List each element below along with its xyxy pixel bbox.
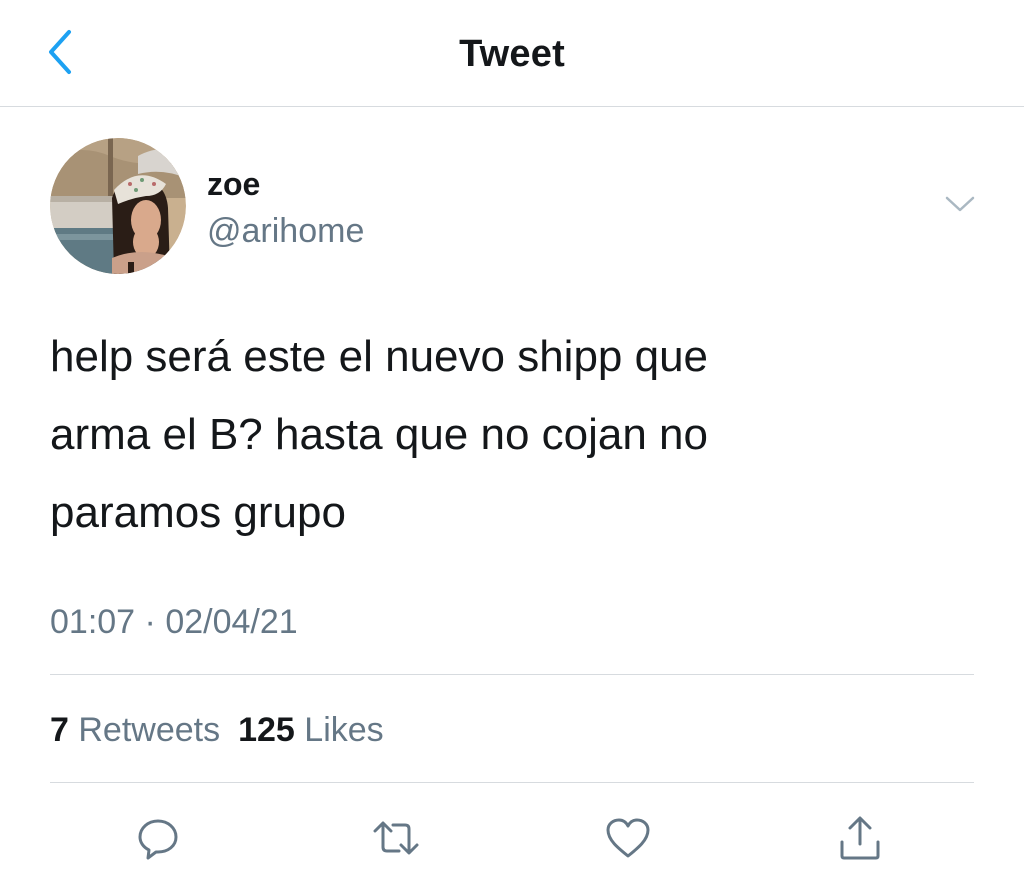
divider <box>50 782 974 783</box>
tweet-timestamp: 01:07 · 02/04/21 <box>50 600 298 644</box>
tweet-date: 02/04/21 <box>165 603 298 641</box>
display-name[interactable]: zoe <box>207 164 260 204</box>
like-button[interactable] <box>598 810 658 870</box>
page-title: Tweet <box>459 33 565 75</box>
tweet-text-line: help será este el nuevo shipp que <box>50 332 709 381</box>
likes-count: 125 <box>238 711 295 749</box>
avatar[interactable] <box>50 138 186 274</box>
likes-label: Likes <box>304 711 384 749</box>
engagement-stats: 7 Retweets 125 Likes <box>50 708 384 752</box>
retweets-label: Retweets <box>78 711 221 749</box>
tweet-text-line: paramos grupo <box>50 488 346 537</box>
share-icon <box>837 814 883 867</box>
chevron-down-icon <box>945 195 975 218</box>
tweet-text-line: arma el B? hasta que no cojan no <box>50 410 709 459</box>
tweet-text: help será este el nuevo shipp que arma e… <box>50 318 950 552</box>
retweet-icon <box>371 815 421 866</box>
retweets-count: 7 <box>50 711 69 749</box>
share-button[interactable] <box>830 810 890 870</box>
likes-stat[interactable]: 125 Likes <box>238 711 384 749</box>
reply-icon <box>135 815 181 866</box>
user-handle[interactable]: @arihome <box>207 209 364 253</box>
heart-icon <box>604 816 652 865</box>
retweets-stat[interactable]: 7 Retweets <box>50 711 220 749</box>
divider <box>50 674 974 675</box>
reply-button[interactable] <box>128 810 188 870</box>
timestamp-separator: · <box>144 603 156 641</box>
retweet-button[interactable] <box>366 810 426 870</box>
top-bar: Tweet <box>0 0 1024 107</box>
tweet-menu-button[interactable] <box>936 188 984 224</box>
tweet-time: 01:07 <box>50 603 136 641</box>
